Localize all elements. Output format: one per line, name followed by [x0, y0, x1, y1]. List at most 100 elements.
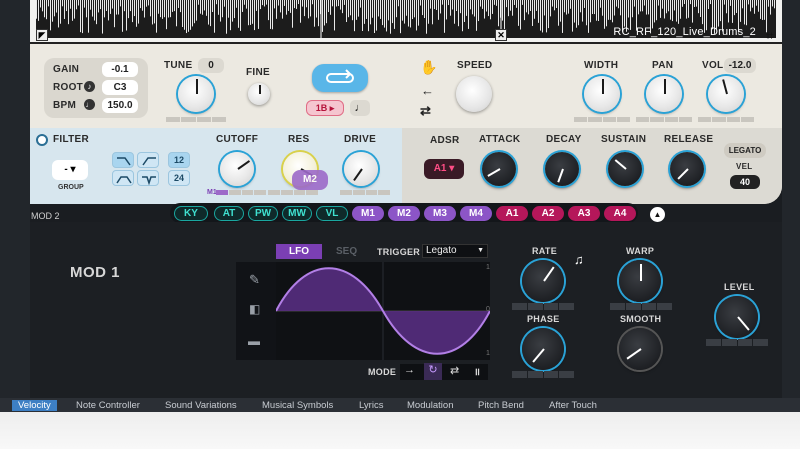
end-marker-handle[interactable]: ✕ — [495, 29, 507, 41]
warp-mod-slots[interactable] — [610, 303, 672, 310]
filter-enable-toggle[interactable] — [36, 134, 48, 146]
phase-knob[interactable] — [522, 328, 564, 370]
filter-group-label: GROUP — [58, 184, 84, 191]
warp-knob[interactable] — [619, 260, 661, 302]
bpm-sync-icon[interactable]: ♩ — [84, 99, 95, 110]
fine-knob[interactable] — [248, 83, 270, 105]
mod-tab-m3[interactable]: M3 — [424, 206, 456, 221]
speed-knob[interactable] — [456, 76, 492, 112]
drive-knob[interactable] — [344, 152, 378, 186]
filter-group-dropdown[interactable]: - ▾ — [52, 160, 88, 180]
res-mod-drag-badge[interactable]: M2 — [292, 170, 328, 190]
rate-knob[interactable] — [522, 260, 564, 302]
eraser-icon[interactable]: ◧ — [249, 302, 260, 316]
fine-label: FINE — [246, 67, 270, 78]
arrow-left-icon[interactable]: ← — [421, 83, 434, 98]
res-mod-slots[interactable] — [268, 190, 318, 195]
vol-mod-slots[interactable] — [698, 117, 754, 122]
bandpass-filter-button[interactable] — [112, 170, 134, 186]
lane-tab-modulation[interactable]: Modulation — [407, 400, 453, 411]
mod-tab-m4[interactable]: M4 — [460, 206, 492, 221]
mod1-title: MOD 1 — [70, 264, 121, 281]
rate-mod-slots[interactable] — [512, 303, 574, 310]
mod-tab-at[interactable]: AT — [214, 206, 244, 221]
cutoff-knob[interactable] — [220, 152, 254, 186]
mod-tab-pw[interactable]: PW — [248, 206, 278, 221]
legato-button[interactable]: LEGATO — [724, 143, 766, 158]
lane-tab-musical-symbols[interactable]: Musical Symbols — [262, 400, 333, 411]
decay-knob[interactable] — [545, 152, 579, 186]
cutoff-mod-slots[interactable] — [216, 190, 266, 195]
mod-tab-a4[interactable]: A4 — [604, 206, 636, 221]
level-mod-slots[interactable] — [706, 339, 768, 346]
envelope-selector[interactable]: A1 ▾ — [424, 159, 464, 179]
mod-tab-a3[interactable]: A3 — [568, 206, 600, 221]
lowpass-filter-button[interactable] — [112, 152, 134, 168]
trigger-dropdown[interactable]: Legato ▼ — [422, 244, 488, 258]
loop-mode-icon[interactable]: ↻ — [424, 363, 442, 380]
width-knob[interactable] — [584, 76, 620, 112]
mod-tab-m1[interactable]: M1 — [352, 206, 384, 221]
width-mod-slots[interactable] — [574, 117, 630, 122]
mod-tab-a2[interactable]: A2 — [532, 206, 564, 221]
hand-drag-icon[interactable]: ✋ — [420, 59, 437, 76]
tune-knob[interactable] — [178, 76, 214, 112]
root-value[interactable]: C3 — [102, 80, 138, 95]
slope-12-button[interactable]: 12 — [168, 152, 190, 168]
seq-tab[interactable]: SEQ — [336, 246, 357, 257]
ping-pong-mode-icon[interactable]: ⇄ — [450, 364, 459, 377]
start-marker-handle[interactable]: ◤ — [36, 29, 48, 41]
slice-selector[interactable]: 1B ▸ — [306, 100, 344, 116]
envelope-value: A1 — [433, 163, 447, 174]
tune-mod-slots[interactable] — [166, 117, 226, 122]
mod-tab-mw[interactable]: MW — [282, 206, 312, 221]
loop-icon — [325, 69, 355, 83]
lane-tab-pitch-bend[interactable]: Pitch Bend — [478, 400, 524, 411]
swap-arrows-icon[interactable]: ⇄ — [420, 103, 431, 119]
cutoff-label: CUTOFF — [216, 134, 259, 145]
bpm-value[interactable]: 150.0 — [102, 98, 138, 113]
mod2-label[interactable]: MOD 2 — [31, 211, 60, 221]
pause-mode-icon[interactable]: ॥ — [474, 364, 480, 378]
root-label: ROOT — [53, 82, 84, 93]
vol-knob[interactable] — [708, 76, 744, 112]
drive-mod-slots[interactable] — [340, 190, 390, 195]
lane-tab-velocity[interactable]: Velocity — [12, 400, 57, 411]
loop-mode-button[interactable] — [312, 64, 368, 92]
notch-filter-button[interactable] — [137, 170, 159, 186]
highpass-filter-button[interactable] — [137, 152, 159, 168]
gain-value[interactable]: -0.1 — [102, 62, 138, 77]
mod-tab-a1[interactable]: A1 — [496, 206, 528, 221]
attack-knob[interactable] — [482, 152, 516, 186]
lane-tab-sound-variations[interactable]: Sound Variations — [165, 400, 237, 411]
one-shot-mode-icon[interactable]: → — [404, 364, 415, 376]
mod-tab-ky[interactable]: KY — [174, 206, 208, 221]
tune-label: TUNE — [164, 60, 193, 71]
pan-knob[interactable] — [646, 76, 682, 112]
vol-value[interactable]: -12.0 — [724, 58, 756, 73]
lane-tab-after-touch[interactable]: After Touch — [549, 400, 597, 411]
crop-icon[interactable]: ⌗ — [766, 28, 773, 44]
warp-label: WARP — [626, 246, 655, 256]
lfo-waveform-editor[interactable] — [276, 262, 490, 360]
note-sync-button[interactable]: ♩ — [350, 100, 370, 116]
tempo-sync-icon[interactable]: ♫ — [574, 252, 584, 267]
phase-mod-slots[interactable] — [512, 371, 574, 378]
mod-tab-vl[interactable]: VL — [316, 206, 348, 221]
collapse-mod-icon[interactable]: ▲ — [650, 207, 665, 222]
pan-mod-slots[interactable] — [636, 117, 692, 122]
level-knob[interactable] — [716, 296, 758, 338]
slope-24-button[interactable]: 24 — [168, 170, 190, 186]
lane-tab-lyrics[interactable]: Lyrics — [359, 400, 383, 411]
lane-tab-note-controller[interactable]: Note Controller — [76, 400, 140, 411]
velocity-value[interactable]: 40 — [730, 175, 760, 189]
pencil-icon[interactable]: ✎ — [249, 272, 260, 288]
mod-tab-m2[interactable]: M2 — [388, 206, 420, 221]
folder-icon[interactable]: ▬ — [248, 334, 260, 348]
lfo-tab[interactable]: LFO — [276, 244, 322, 259]
sustain-knob[interactable] — [608, 152, 642, 186]
tune-value[interactable]: 0 — [198, 58, 224, 73]
smooth-knob[interactable] — [619, 328, 661, 370]
release-knob[interactable] — [670, 152, 704, 186]
root-detect-icon[interactable]: ♪ — [84, 81, 95, 92]
